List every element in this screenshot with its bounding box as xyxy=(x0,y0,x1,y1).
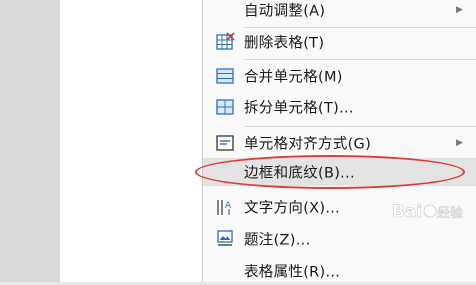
menu-item-label: 文字方向(X)... xyxy=(244,200,341,217)
submenu-arrow-icon: ▶ xyxy=(456,138,463,148)
menu-item-merge-cells[interactable]: 合并单元格(M) xyxy=(203,62,476,90)
menu-item-label: 题注(Z)... xyxy=(244,232,311,249)
menu-item-label: 合并单元格(M) xyxy=(244,69,343,86)
menu-item-cell-alignment[interactable]: 单元格对齐方式(G) ▶ xyxy=(203,129,476,157)
context-menu: 自动调整(A) ▶ 删除表格(T) 合并单元格(M) 拆分单元格(T)... 单… xyxy=(202,0,476,282)
menu-item-label: 单元格对齐方式(G) xyxy=(244,136,372,153)
caption-icon xyxy=(217,230,233,246)
menu-item-text-direction[interactable]: A 文字方向(X)... xyxy=(203,193,476,221)
submenu-arrow-icon: ▶ xyxy=(456,5,463,15)
menu-separator xyxy=(244,126,476,127)
document-page xyxy=(60,0,202,282)
menu-item-split-cells[interactable]: 拆分单元格(T)... xyxy=(203,93,476,121)
menu-item-label: 删除表格(T) xyxy=(244,35,325,52)
menu-item-table-properties[interactable]: 表格属性(R)... xyxy=(203,257,476,285)
cell-alignment-icon xyxy=(216,135,234,151)
delete-table-icon xyxy=(216,32,235,50)
menu-item-autofit[interactable]: 自动调整(A) ▶ xyxy=(203,0,476,24)
menu-item-delete-table[interactable]: 删除表格(T) xyxy=(203,28,476,56)
menu-item-borders-shading[interactable]: 边框和底纹(B)... xyxy=(203,158,476,186)
text-direction-icon: A xyxy=(217,200,232,215)
menu-item-label: 拆分单元格(T)... xyxy=(244,100,354,117)
menu-item-label: 边框和底纹(B)... xyxy=(244,165,355,182)
menu-separator xyxy=(244,59,476,60)
document-margin xyxy=(0,0,60,282)
merge-cells-icon xyxy=(216,68,234,84)
menu-item-label: 表格属性(R)... xyxy=(244,264,341,281)
menu-item-label: 自动调整(A) xyxy=(244,3,326,20)
split-cells-icon xyxy=(216,99,234,115)
menu-item-caption[interactable]: 题注(Z)... xyxy=(203,225,476,253)
